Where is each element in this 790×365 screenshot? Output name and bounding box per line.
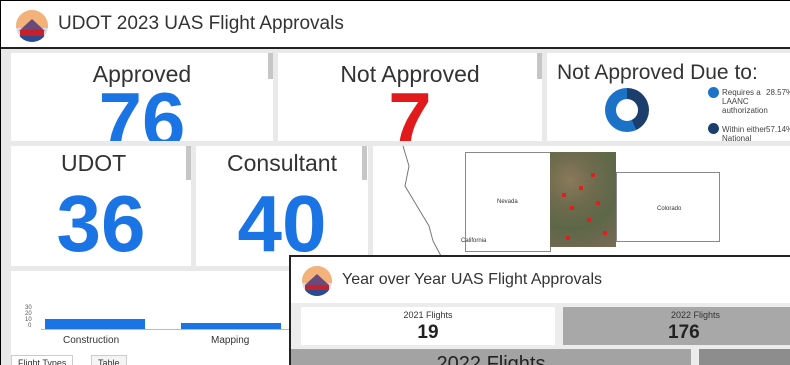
stat-value: 19 (417, 322, 439, 343)
state-label: Colorado (657, 206, 682, 212)
tab-table[interactable]: Table (91, 355, 127, 365)
scrollbar[interactable] (537, 53, 542, 79)
tab-flight-types[interactable]: Flight Types (11, 355, 74, 365)
stat-value: 176 (668, 322, 700, 343)
flight-marker[interactable] (570, 206, 574, 210)
scrollbar[interactable] (268, 53, 273, 79)
overlay-header: Year over Year UAS Flight Approvals (291, 257, 790, 303)
approved-value: 76 (98, 76, 186, 141)
year-over-year-panel: Year over Year UAS Flight Approvals 2021… (289, 255, 790, 365)
flight-marker[interactable] (566, 236, 570, 240)
lower-title: 2022 Flights (436, 353, 546, 365)
x-label: Construction (63, 335, 120, 346)
udot-logo-icon (302, 266, 332, 296)
flight-marker[interactable] (579, 186, 583, 190)
dashboard: UDOT 2023 UAS Flight Approvals Approved … (0, 0, 790, 365)
legend-percent: 57.14% (766, 125, 790, 134)
reasons-panel: Not Approved Due to: Requires a LAANC au… (547, 53, 790, 141)
flight-locations-map[interactable]: Nevada California Colorado (373, 146, 790, 270)
scrollbar[interactable] (186, 146, 191, 180)
bar-mapping[interactable] (181, 323, 281, 329)
flight-marker[interactable] (562, 193, 566, 197)
udot-logo-icon (16, 10, 48, 42)
page-title: UDOT 2023 UAS Flight Approvals (58, 13, 344, 34)
legend-label: Requires a LAANC authorization (722, 88, 768, 115)
flight-marker[interactable] (603, 231, 607, 235)
y-tick: 0 (28, 323, 32, 329)
legend-swatch (708, 87, 719, 98)
state-label: California (461, 238, 487, 244)
scrollbar[interactable] (362, 146, 367, 180)
flight-marker[interactable] (591, 173, 595, 177)
udot-label: UDOT (61, 150, 127, 176)
flight-types-chart: 30 20 10 0 Construction Mapping Flight T… (11, 271, 289, 365)
consultant-label: Consultant (227, 150, 337, 176)
stat-label: 2021 Flights (403, 310, 453, 320)
not-approved-value: 7 (388, 76, 432, 141)
reasons-title: Not Approved Due to: (557, 61, 758, 84)
overlay-title: Year over Year UAS Flight Approvals (342, 271, 603, 288)
header-bar: UDOT 2023 UAS Flight Approvals (1, 1, 790, 49)
x-axis (41, 329, 289, 330)
consultant-panel: Consultant 40 (196, 146, 368, 266)
x-label: Mapping (211, 335, 250, 346)
flight-marker[interactable] (587, 218, 591, 222)
reasons-donut-chart[interactable] (605, 88, 649, 132)
consultant-value: 40 (237, 179, 327, 266)
bar-construction[interactable] (45, 319, 145, 329)
lower-panel-right (699, 349, 790, 365)
udot-panel: UDOT 36 (11, 146, 191, 266)
approved-panel: Approved 76 (11, 53, 273, 141)
stat-2022: 2022 Flights 176 (563, 307, 790, 345)
state-label: Nevada (497, 199, 518, 205)
lower-panel: 2022 Flights (291, 349, 691, 365)
flight-marker[interactable] (596, 201, 600, 205)
legend-percent: 28.57% (766, 88, 790, 97)
legend-swatch (708, 123, 719, 134)
not-approved-panel: Not Approved 7 (278, 53, 542, 141)
stat-2021: 2021 Flights 19 (301, 307, 555, 345)
legend-label: Within either National Park (722, 125, 767, 141)
stat-label: 2022 Flights (671, 310, 721, 320)
udot-value: 36 (56, 179, 146, 266)
